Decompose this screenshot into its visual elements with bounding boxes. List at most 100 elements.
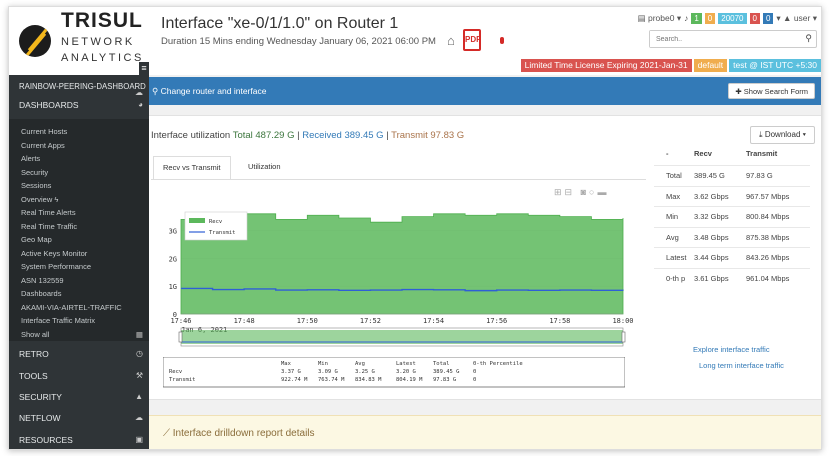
summary-header-cell: Latest [396,361,416,367]
sidebar-item-label: Current Apps [21,140,65,150]
sidebar-item-real-time-alerts[interactable]: Real Time Alerts [9,206,149,220]
drilldown-bar[interactable]: ⟋ Interface drilldown report details [149,415,821,449]
x-tick-label: 18:00 [612,317,633,325]
status-badge[interactable]: 0 [749,12,760,24]
dashboards-submenu: Current Hosts Current Apps Alerts Securi… [9,119,149,341]
sidebar-item-interface-matrix[interactable]: Interface Traffic Matrix [9,314,149,328]
trisul-logo-icon [19,25,51,57]
sidebar-item-asn[interactable]: ASN 132559 [9,274,149,288]
dashboard-icon: ◕ [138,100,143,109]
license-warning-badge[interactable]: Limited Time License Expiring 2021-Jan-3… [520,59,692,72]
sidebar-item-label: ASN 132559 [21,275,64,285]
received-label: Received 389.45 G [302,130,384,141]
long-term-traffic-link[interactable]: Long term interface traffic [699,361,784,370]
summary-cell: 3.37 G [281,369,301,375]
sidebar-item-geo-map[interactable]: Geo Map [9,233,149,247]
sidebar-item-security[interactable]: Security [9,166,149,180]
sidebar-item-label: Real Time Alerts [21,208,76,217]
stats-table: - Recv Transmit Total 389.45 G 97.83 G Max… [654,139,810,288]
tab-recv-vs-transmit[interactable]: Recv vs Transmit [153,156,231,180]
legend-label-transmit: Transmit [209,230,236,236]
sidebar-section-retro[interactable]: RETRO ◷ [9,344,149,364]
pdf-icon[interactable]: PDF [463,29,481,51]
summary-cell: Recv [169,369,183,375]
change-router-link[interactable]: ⚲ Change router and interface [152,86,266,96]
zoom-out-icon[interactable]: ⊟ [565,187,576,197]
bolt-icon: ϟ [54,194,59,204]
zoom-in-icon[interactable]: ⊞ [554,187,565,197]
x-tick-label: 17:54 [423,317,444,325]
sidebar-section-netflow[interactable]: NETFLOW ☁ [9,408,149,428]
sidebar-section-resources[interactable]: RESOURCES ▣ [9,430,149,449]
stats-cell: 843.26 Mbps [746,253,790,262]
summary-cell: 3.09 G [318,369,338,375]
summary-header-cell: Min [318,361,328,367]
default-badge[interactable]: default [693,59,728,72]
home-icon[interactable]: ⌂ [447,33,455,48]
status-badge[interactable]: 20070 [718,12,747,24]
lock-icon: ▲ [135,392,143,401]
sidebar-item-label: Active Keys Monitor [21,248,88,258]
sidebar-item-show-all[interactable]: Show all ▦ [9,328,149,342]
sidebar-item-akami[interactable]: AKAMI-VIA-AIRTEL-TRAFFIC [9,301,149,315]
app-window: TRISUL NETWORK ANALYTICS ≡ RAINBOW-PEERI… [8,6,822,450]
sidebar-section-tools[interactable]: TOOLS ⚒ [9,366,149,386]
summary-cell: 389.45 G [433,369,460,375]
sidebar-item-sessions[interactable]: Sessions [9,179,149,193]
timezone-badge[interactable]: test @ IST UTC +5:30 [729,59,821,72]
stats-cell: 3.32 Gbps [694,212,729,221]
user-menu[interactable]: ▾ ▲ user ▾ [776,13,817,24]
camera-icon[interactable]: ◙ [581,187,589,197]
summary-cell: 3.20 G [396,369,416,375]
status-badge[interactable]: 1 [691,12,702,24]
show-search-label: Show Search Form [743,87,808,96]
explore-traffic-link[interactable]: Explore interface traffic [693,345,770,354]
sidebar-item-active-keys[interactable]: Active Keys Monitor [9,247,149,261]
sidebar-item-real-time-traffic[interactable]: Real Time Traffic [9,220,149,234]
status-badge[interactable]: 0 [762,12,774,24]
traffic-chart[interactable]: 01G2G3G17:46 17:48 17:50 17:52 17:54 17:56 17:… [149,202,649,352]
sidebar-item-dashboards[interactable]: Dashboards [9,287,149,301]
sidebar-section-label: DASHBOARDS [19,100,79,110]
stats-header-cell: - [666,149,669,158]
sidebar-item-overview[interactable]: Overview ϟ [9,193,149,207]
license-bar: Limited Time License Expiring 2021-Jan-3… [520,59,821,72]
menu-toggle-icon[interactable]: ≡ [139,62,149,75]
probe-selector[interactable]: ▤ probe0 ▾ [638,13,682,24]
sidebar-item-label: Show all [21,329,50,339]
sidebar-section-dashboards[interactable]: DASHBOARDS ◕ [9,95,149,115]
search-input[interactable] [650,31,790,47]
brand-sub2: ANALYTICS [61,52,144,64]
table-row: Latest 3.44 Gbps 843.26 Mbps [654,247,810,268]
tab-utilization[interactable]: Utilization [239,156,290,180]
sidebar-item-label: Interface Traffic Matrix [21,316,96,325]
stats-header-cell: Recv [694,149,712,158]
duration-subtitle: Duration 15 Mins ending Wednesday Januar… [161,36,436,47]
status-badge[interactable]: 0 [704,12,716,24]
x-tick-label: 17:56 [486,317,507,325]
bell-icon[interactable]: ♪ [684,13,688,23]
minimize-icon[interactable]: ▬ [597,187,609,197]
sidebar-item-current-apps[interactable]: Current Apps [9,139,149,153]
sidebar-item-system-performance[interactable]: System Performance [9,260,149,274]
y-tick-label: 1G [169,283,177,291]
x-tick-label: 17:52 [360,317,381,325]
stats-cell: Latest [666,253,687,262]
legend-label-recv: Recv [209,219,223,225]
stats-cell: 389.45 G [694,171,725,180]
wrench-icon: ⚒ [135,371,143,380]
brand-logo-area[interactable]: TRISUL NETWORK ANALYTICS [9,7,149,75]
sidebar-section-security[interactable]: SECURITY ▲ [9,387,149,407]
sidebar-item-rainbow[interactable]: RAINBOW-PEERING-DASHBOARD ☁ [9,77,149,97]
sidebar-item-alerts[interactable]: Alerts [9,152,149,166]
summary-cell: 0 [473,377,476,383]
summary-header-cell: 0-th Percentile [473,361,523,367]
table-row: 0-th p 3.61 Gbps 961.04 Mbps [654,267,810,289]
search-box: ⚲ [649,30,817,48]
search-icon[interactable]: ⚲ [805,33,812,44]
sidebar-item-current-hosts[interactable]: Current Hosts [9,125,149,139]
stats-cell: Min [666,212,679,221]
show-search-form-button[interactable]: ✚ Show Search Form [728,83,815,99]
summary-cell: 97.83 G [433,377,456,383]
cloud-icon: ☁ [135,413,143,422]
